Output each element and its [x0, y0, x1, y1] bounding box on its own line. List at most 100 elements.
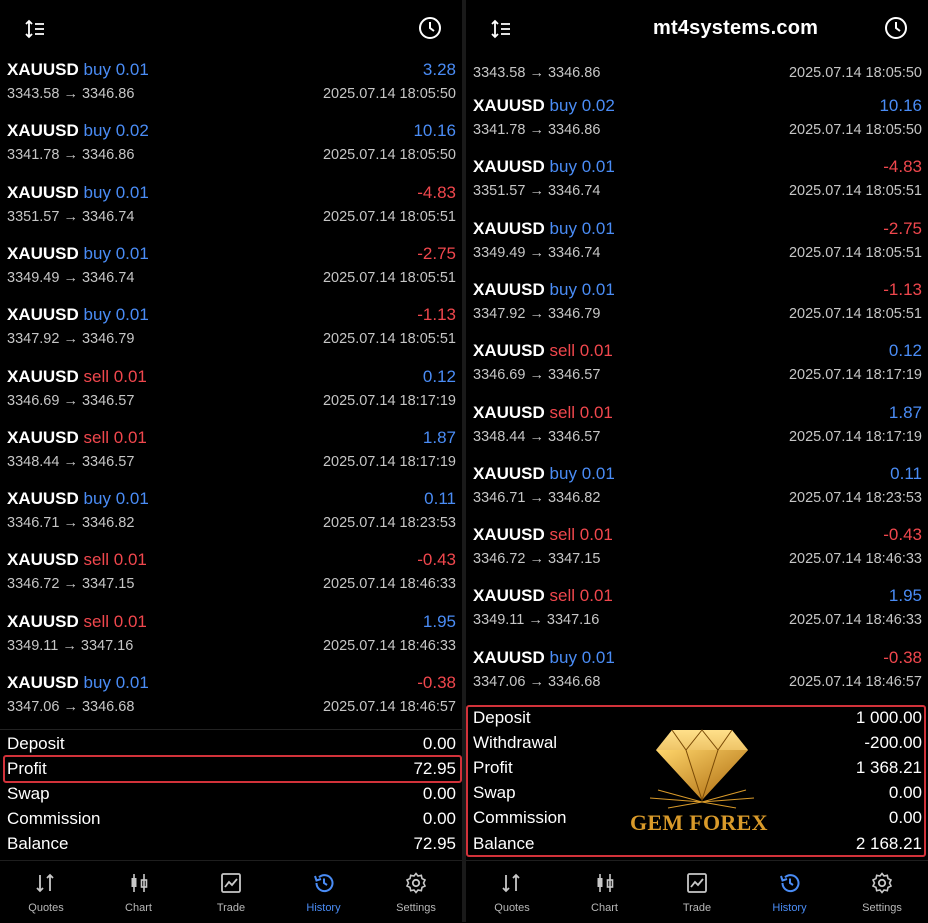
deal-symbol: XAUUSD: [7, 427, 79, 447]
deal-row[interactable]: XAUUSD buy 0.01 -0.38 3347.06 → 3346.68 202…: [0, 669, 462, 730]
deal-volume: 0.01: [581, 279, 615, 299]
deal-volume: 0.01: [115, 305, 149, 325]
summary-row-balance: Balance 72.95: [0, 832, 462, 857]
deal-row[interactable]: XAUUSD sell 0.01 1.87 3348.44 → 3346.57 202…: [466, 399, 928, 460]
deal-row[interactable]: XAUUSD buy 0.01 0.11 3346.71 → 3346.82 2025…: [0, 485, 462, 546]
nav-label: Quotes: [494, 902, 530, 914]
history-panel-left: XAUUSD buy 0.01 3.28 3343.58 → 3346.86 2025…: [0, 0, 462, 860]
deal-row[interactable]: XAUUSD sell 0.01 1.95 3349.11 → 3347.16 202…: [0, 608, 462, 669]
deal-prices: 3341.78 → 3346.86: [7, 147, 135, 164]
deal-row[interactable]: XAUUSD buy 0.01 0.11 3346.71 → 3346.82 2025…: [466, 460, 928, 521]
deal-row[interactable]: XAUUSD buy 0.01 -1.13 3347.92 → 3346.79 202…: [466, 276, 928, 337]
deal-prices: 3347.92 → 3346.79: [7, 331, 135, 348]
deal-symbol: XAUUSD: [7, 550, 79, 570]
summary-row-commission: Commission 0.00: [0, 807, 462, 832]
nav-history[interactable]: History: [278, 861, 370, 923]
trade-icon: [221, 873, 241, 893]
deal-volume: 0.01: [581, 157, 615, 177]
nav-quotes[interactable]: Quotes: [0, 861, 92, 923]
deal-symbol: XAUUSD: [7, 305, 79, 325]
deal-row[interactable]: XAUUSD sell 0.01 0.12 3346.69 → 3346.57 202…: [0, 363, 462, 424]
deal-profit: 10.16: [879, 96, 922, 115]
quotes-icon: [36, 873, 54, 893]
deal-prices: 3348.44 → 3346.57: [473, 428, 601, 445]
deal-row[interactable]: XAUUSD sell 0.01 -0.43 3346.72 → 3347.15 20…: [0, 546, 462, 607]
deal-time: 2025.07.14 18:17:19: [788, 428, 922, 445]
nav-label: Settings: [862, 902, 902, 914]
deal-row[interactable]: XAUUSD buy 0.02 10.16 3341.78 → 3346.86 202…: [466, 92, 928, 153]
deal-time: 2025.07.14 18:05:50: [788, 65, 922, 81]
nav-trade[interactable]: Trade: [651, 861, 743, 923]
summary-value: 0.00: [422, 784, 456, 804]
nav-label: History: [306, 902, 341, 914]
summary-left: Deposit 0.00 Profit 72.95 Swap 0.00 Commission…: [0, 729, 462, 858]
deal-time: 2025.07.14 18:17:19: [788, 367, 922, 384]
deal-profit: 1.87: [888, 402, 922, 422]
deal-symbol-line: XAUUSD buy 0.01: [7, 183, 149, 203]
deal-prices: 3351.57 → 3346.74: [7, 208, 135, 225]
deal-row[interactable]: XAUUSD sell 0.01 1.95 3349.11 → 3347.16 202…: [466, 582, 928, 643]
deal-row[interactable]: XAUUSD buy 0.01 -1.13 3347.92 → 3346.79 202…: [0, 301, 462, 362]
deal-row[interactable]: XAUUSD buy 0.02 10.16 3341.78 → 3346.86 202…: [0, 117, 462, 178]
deal-symbol-line: XAUUSD buy 0.02: [7, 121, 149, 141]
deal-direction: buy: [549, 157, 577, 177]
deal-direction: sell: [549, 341, 576, 361]
deal-symbol-line: XAUUSD sell 0.01: [473, 403, 613, 423]
deal-symbol: XAUUSD: [473, 586, 545, 606]
deal-row[interactable]: XAUUSD buy 0.01 -0.38 3347.06 → 3346.68 202…: [466, 644, 928, 705]
summary-row-deposit: Deposit 0.00: [0, 732, 462, 757]
deal-direction: buy: [83, 305, 111, 325]
deal-direction: sell: [549, 586, 576, 606]
deal-row[interactable]: XAUUSD buy 0.01 -4.83 3351.57 → 3346.74 202…: [0, 179, 462, 240]
deal-time: 2025.07.14 18:46:33: [788, 612, 922, 629]
deal-direction: buy: [83, 121, 111, 141]
settings-icon: [871, 872, 893, 894]
period-clock-icon[interactable]: [418, 16, 442, 40]
deal-prices: 3349.11 → 3347.16: [7, 637, 134, 654]
deal-profit: 0.11: [424, 489, 456, 509]
deal-row[interactable]: XAUUSD buy 0.01 3.28 3343.58 → 3346.86 2025…: [0, 56, 462, 117]
deal-profit: -4.83: [417, 182, 456, 202]
deal-direction: buy: [83, 673, 111, 692]
nav-trade[interactable]: Trade: [185, 861, 277, 923]
deal-row[interactable]: XAUUSD buy 0.01 -2.75 3349.49 → 3346.74 202…: [0, 240, 462, 301]
history-icon: [779, 874, 799, 893]
deal-volume: 0.01: [115, 673, 149, 692]
chart-icon: [597, 874, 613, 892]
deal-row[interactable]: XAUUSD sell 0.01 1.87 3348.44 → 3346.57 202…: [0, 424, 462, 485]
nav-history[interactable]: History: [744, 861, 836, 923]
nav-quotes[interactable]: Quotes: [466, 861, 558, 923]
bottom-nav-left: Quotes Chart Trade History Settings: [0, 860, 462, 923]
chart-icon: [131, 874, 147, 892]
deal-symbol-line: XAUUSD buy 0.01: [473, 648, 615, 668]
deal-time: 2025.07.14 18:05:50: [322, 86, 456, 102]
deal-prices: 3346.69 → 3346.57: [7, 392, 135, 409]
deal-row-partial[interactable]: 3343.58 → 3346.86 2025.07.14 18:05:50: [466, 35, 928, 96]
nav-chart[interactable]: Chart: [559, 861, 651, 923]
deal-symbol-line: XAUUSD buy 0.01: [473, 280, 615, 300]
summary-label: Deposit: [7, 734, 65, 753]
deal-row[interactable]: XAUUSD buy 0.01 -2.75 3349.49 → 3346.74 202…: [466, 215, 928, 276]
deal-direction: sell: [83, 427, 110, 447]
deal-direction: sell: [83, 611, 110, 631]
quotes-icon: [502, 873, 520, 893]
nav-chart[interactable]: Chart: [93, 861, 185, 923]
deal-direction: buy: [549, 647, 577, 667]
deal-prices: 3348.44 → 3346.57: [7, 453, 135, 470]
deal-row[interactable]: XAUUSD buy 0.01 -4.83 3351.57 → 3346.74 202…: [466, 153, 928, 214]
deal-volume: 0.01: [115, 182, 149, 202]
nav-settings[interactable]: Settings: [836, 861, 928, 923]
deal-row[interactable]: XAUUSD sell 0.01 -0.43 3346.72 → 3347.15 20…: [466, 521, 928, 582]
deal-profit: 0.12: [888, 341, 922, 361]
deal-profit: -2.75: [417, 243, 456, 263]
nav-settings[interactable]: Settings: [370, 861, 462, 923]
deal-row[interactable]: XAUUSD sell 0.01 0.12 3346.69 → 3346.57 202…: [466, 337, 928, 398]
sort-icon[interactable]: [24, 18, 46, 40]
deal-volume: 0.01: [581, 463, 615, 483]
deal-direction: buy: [549, 279, 577, 299]
deal-profit: 10.16: [413, 121, 456, 141]
deal-volume: 0.01: [581, 218, 615, 238]
gem-forex-logo-text: GEM FOREX: [630, 810, 768, 835]
deal-prices: 3351.57 → 3346.74: [473, 183, 601, 200]
deal-symbol-line: XAUUSD buy 0.01: [473, 219, 615, 239]
